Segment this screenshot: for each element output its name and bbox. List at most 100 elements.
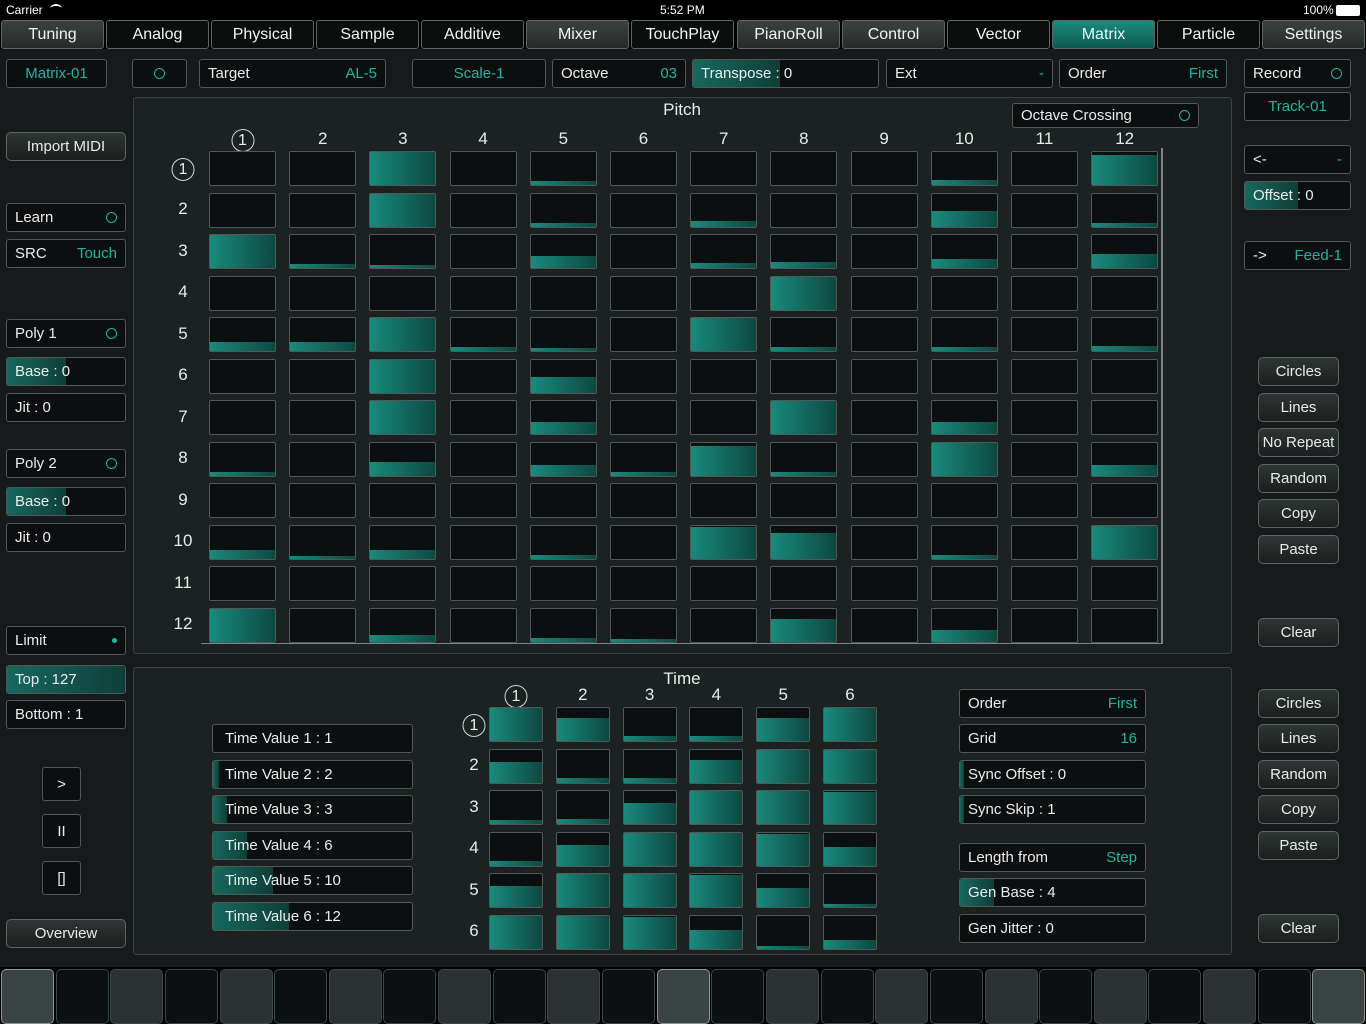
pitch-cell[interactable]	[1011, 524, 1078, 560]
time-cell[interactable]	[756, 790, 811, 825]
piano-key[interactable]	[329, 969, 382, 1024]
pitch-random-button[interactable]: Random	[1258, 464, 1339, 493]
pitch-cell[interactable]	[1011, 607, 1078, 643]
pitch-cell[interactable]	[930, 275, 998, 311]
time-cell[interactable]	[555, 748, 610, 784]
pitch-cell[interactable]	[770, 192, 838, 228]
pitch-cell[interactable]	[1091, 192, 1159, 228]
time-cell[interactable]	[555, 790, 610, 825]
play-button[interactable]: >	[42, 767, 81, 801]
pitch-cell[interactable]	[770, 483, 838, 518]
grid-selector[interactable]: Grid 16	[959, 724, 1146, 753]
learn-toggle[interactable]: Learn	[6, 203, 126, 232]
pitch-cell[interactable]	[690, 275, 758, 311]
time-cell[interactable]	[622, 707, 677, 742]
pitch-cell[interactable]	[690, 192, 758, 228]
pitch-no-repeat-button[interactable]: No Repeat	[1258, 428, 1339, 457]
time-cell[interactable]	[689, 748, 744, 784]
pitch-cell[interactable]	[529, 524, 597, 560]
time-cell[interactable]	[823, 914, 877, 950]
time-value-slider[interactable]: Time Value 2 : 2	[212, 759, 413, 789]
pitch-cell[interactable]	[690, 317, 758, 352]
time-value-slider[interactable]: Time Value 6 : 12	[212, 901, 413, 931]
piano-key[interactable]	[1203, 969, 1256, 1024]
pitch-cell[interactable]	[1011, 400, 1078, 435]
pitch-cell[interactable]	[209, 441, 276, 477]
time-cell[interactable]	[756, 831, 811, 867]
piano-key[interactable]	[1312, 969, 1365, 1024]
piano-key[interactable]	[383, 969, 436, 1024]
time-value-slider[interactable]: Time Value 3 : 3	[212, 795, 413, 824]
pitch-cell[interactable]	[209, 607, 276, 643]
pitch-cell[interactable]	[1091, 358, 1159, 394]
piano-key[interactable]	[1258, 969, 1311, 1024]
pitch-cell[interactable]	[850, 275, 918, 311]
stop-button[interactable]: []	[42, 861, 81, 895]
pitch-cell[interactable]	[770, 317, 838, 352]
tab-analog[interactable]: Analog	[106, 20, 209, 49]
base1-slider[interactable]: Base : 0	[6, 357, 126, 386]
pitch-cell[interactable]	[690, 151, 758, 186]
time-circles-button[interactable]: Circles	[1258, 689, 1339, 718]
poly1-toggle[interactable]: Poly 1	[6, 319, 126, 348]
pitch-cell[interactable]	[930, 607, 998, 643]
pitch-cell[interactable]	[770, 566, 838, 601]
pitch-cell[interactable]	[209, 275, 276, 311]
pitch-cell[interactable]	[1091, 566, 1159, 601]
piano-key[interactable]	[1094, 969, 1147, 1024]
pitch-copy-button[interactable]: Copy	[1258, 499, 1339, 528]
pitch-cell[interactable]	[529, 358, 597, 394]
pitch-cell[interactable]	[369, 317, 437, 352]
pitch-cell[interactable]	[209, 483, 276, 518]
octave-crossing-toggle[interactable]: Octave Crossing	[1012, 103, 1199, 128]
pitch-cell[interactable]	[1011, 441, 1078, 477]
octave-selector[interactable]: Octave 03	[552, 59, 686, 88]
pitch-cell[interactable]	[369, 607, 437, 643]
pitch-cell[interactable]	[209, 524, 276, 560]
pitch-cell[interactable]	[690, 483, 758, 518]
pitch-cell[interactable]	[1091, 607, 1159, 643]
pitch-cell[interactable]	[449, 317, 517, 352]
pitch-cell[interactable]	[930, 317, 998, 352]
pitch-cell[interactable]	[770, 275, 838, 311]
pitch-cell[interactable]	[289, 524, 357, 560]
target-selector[interactable]: Target AL-5	[199, 59, 386, 88]
piano-key[interactable]	[547, 969, 600, 1024]
tab-control[interactable]: Control	[842, 20, 945, 49]
pitch-cell[interactable]	[610, 234, 677, 269]
pitch-cell[interactable]	[529, 234, 597, 269]
ext-selector[interactable]: Ext -	[886, 59, 1053, 88]
pitch-lines-button[interactable]: Lines	[1258, 393, 1339, 422]
gen-base-slider[interactable]: Gen Base : 4	[959, 878, 1146, 907]
time-cell[interactable]	[489, 831, 543, 867]
time-cell[interactable]	[823, 831, 877, 867]
pitch-cell[interactable]	[770, 151, 838, 186]
time-value-slider[interactable]: Time Value 4 : 6	[212, 830, 413, 860]
order-selector[interactable]: Order First	[1059, 59, 1227, 88]
pitch-cell[interactable]	[369, 151, 437, 186]
pitch-cell[interactable]	[690, 607, 758, 643]
pitch-cell[interactable]	[930, 234, 998, 269]
offset-slider[interactable]: Offset : 0	[1244, 181, 1351, 210]
pitch-cell[interactable]	[930, 524, 998, 560]
pitch-cell[interactable]	[449, 358, 517, 394]
pitch-cell[interactable]	[289, 275, 357, 311]
pitch-cell[interactable]	[850, 483, 918, 518]
pitch-cell[interactable]	[449, 566, 517, 601]
pitch-cell[interactable]	[289, 483, 357, 518]
time-clear-button[interactable]: Clear	[1258, 914, 1339, 943]
pitch-cell[interactable]	[850, 607, 918, 643]
pitch-cell[interactable]	[529, 400, 597, 435]
pitch-paste-button[interactable]: Paste	[1258, 535, 1339, 564]
sync-offset-slider[interactable]: Sync Offset : 0	[959, 760, 1146, 789]
pitch-cell[interactable]	[369, 275, 437, 311]
pitch-cell[interactable]	[1091, 524, 1159, 560]
tab-mixer[interactable]: Mixer	[526, 20, 629, 49]
pitch-cell[interactable]	[770, 441, 838, 477]
time-cell[interactable]	[823, 790, 877, 825]
record-toggle[interactable]: Record	[1244, 59, 1351, 88]
pitch-cell[interactable]	[1011, 234, 1078, 269]
time-cell[interactable]	[555, 914, 610, 950]
track-selector[interactable]: Track-01	[1244, 92, 1351, 121]
tab-vector[interactable]: Vector	[947, 20, 1050, 49]
